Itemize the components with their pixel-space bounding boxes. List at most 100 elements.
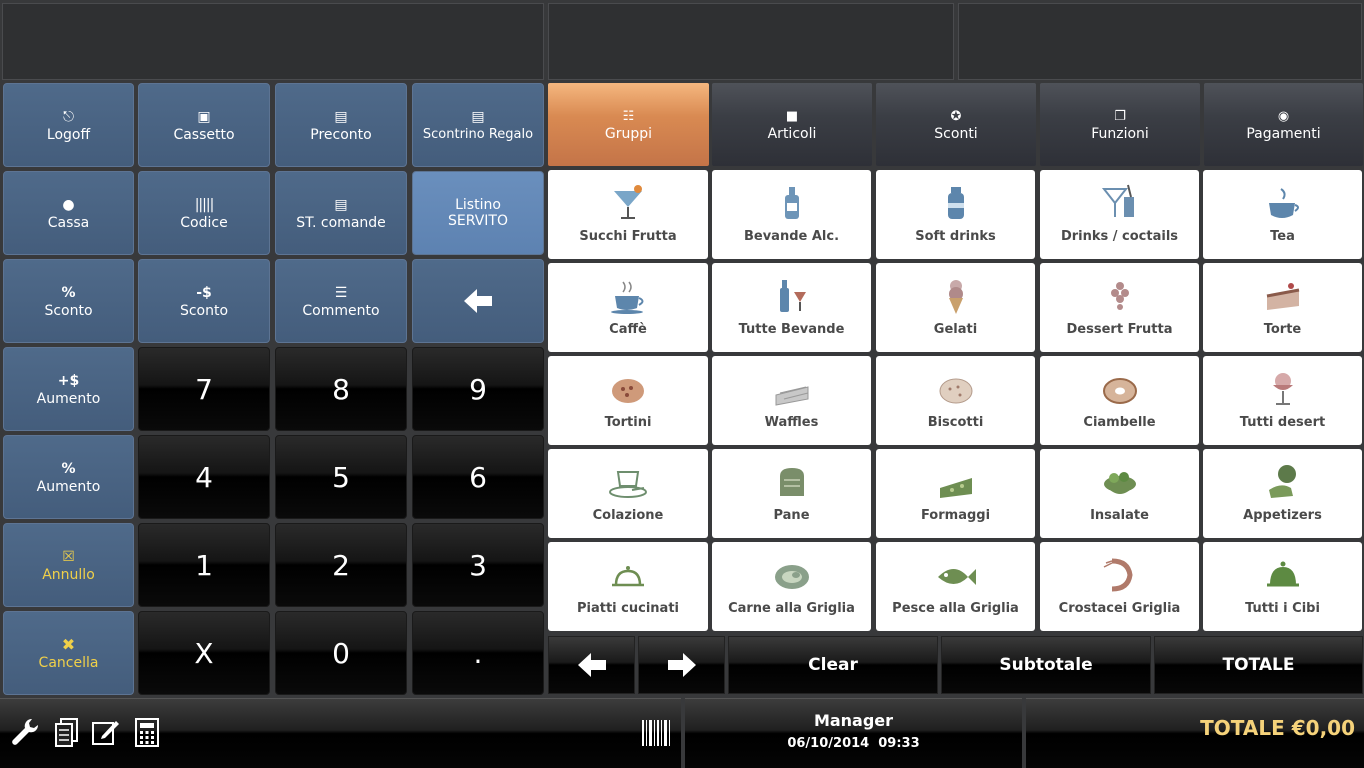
category-icon (937, 569, 976, 585)
category-ciambelle[interactable]: Ciambelle (1040, 356, 1199, 445)
arrow-right-icon (667, 653, 696, 677)
subtotale-button[interactable]: Subtotale (941, 636, 1151, 694)
category-torte[interactable]: Torte (1203, 263, 1362, 352)
key-x[interactable]: X (138, 611, 270, 695)
category-waffles[interactable]: Waffles (712, 356, 871, 445)
category-icon (1272, 373, 1293, 405)
display-panel-left (2, 3, 544, 80)
category-label: Dessert Frutta (1066, 322, 1173, 337)
void-icon: ☒ (62, 548, 75, 565)
key-2[interactable]: 2 (275, 523, 407, 607)
scontrino-regalo-button[interactable]: ▤ Scontrino Regalo (412, 83, 544, 167)
category-label: Soft drinks (915, 229, 996, 244)
category-icon (939, 378, 972, 404)
category-icon (779, 280, 806, 312)
tab-articoli[interactable]: ■ Articoli (712, 83, 872, 166)
category-icon (614, 185, 642, 219)
sconto-value-button[interactable]: -$ Sconto (138, 259, 270, 343)
category-gelati[interactable]: Gelati (876, 263, 1035, 352)
tab-sconti[interactable]: ✪ Sconti (876, 83, 1036, 166)
windows-icon: ❐ (1114, 108, 1126, 124)
category-icon (611, 281, 644, 314)
st-comande-button[interactable]: ▤ ST. comande (275, 171, 407, 255)
next-page-button[interactable] (638, 636, 725, 694)
key-9[interactable]: 9 (412, 347, 544, 431)
category-pesce-alla-griglia[interactable]: Pesce alla Griglia (876, 542, 1035, 631)
category-tutti-desert[interactable]: Tutti desert (1203, 356, 1362, 445)
key-3[interactable]: 3 (412, 523, 544, 607)
category-tutte-bevande[interactable]: Tutte Bevande (712, 263, 871, 352)
codice-button[interactable]: ||||| Codice (138, 171, 270, 255)
prev-page-button[interactable] (548, 636, 635, 694)
category-crostacei-griglia[interactable]: Crostacei Griglia (1040, 542, 1199, 631)
key-8[interactable]: 8 (275, 347, 407, 431)
tab-pagamenti[interactable]: ◉ Pagamenti (1204, 83, 1363, 166)
category-insalate[interactable]: Insalate (1040, 449, 1199, 538)
category-drinks-coctails[interactable]: Drinks / coctails (1040, 170, 1199, 259)
listino-servito-button[interactable]: Listino SERVITO (412, 171, 544, 255)
annullo-button[interactable]: ☒ Annullo (3, 523, 134, 607)
aumento-value-button[interactable]: +$ Aumento (3, 347, 134, 431)
category-pane[interactable]: Pane (712, 449, 871, 538)
user-name: Manager (813, 711, 894, 730)
category-icon (784, 187, 799, 219)
category-dessert-frutta[interactable]: Dessert Frutta (1040, 263, 1199, 352)
wrench-icon[interactable] (10, 716, 40, 748)
category-succhi-frutta[interactable]: Succhi Frutta (548, 170, 708, 259)
close-icon: ✖ (61, 634, 76, 654)
category-icon (1268, 465, 1296, 498)
cassetto-button[interactable]: ▣ Cassetto (138, 83, 270, 167)
category-colazione[interactable]: Colazione (548, 449, 708, 538)
category-label: Caffè (609, 322, 647, 337)
key-7[interactable]: 7 (138, 347, 270, 431)
drawer-icon: ▣ (197, 108, 211, 125)
commento-button[interactable]: ☰ Commento (275, 259, 407, 343)
cancella-button[interactable]: ✖ Cancella (3, 611, 134, 695)
calculator-icon[interactable] (132, 716, 162, 748)
key-1[interactable]: 1 (138, 523, 270, 607)
category-soft-drinks[interactable]: Soft drinks (876, 170, 1035, 259)
clear-button[interactable]: Clear (728, 636, 938, 694)
sconto-percent-button[interactable]: % Sconto (3, 259, 134, 343)
gift-receipt-icon: ▤ (471, 109, 485, 125)
edit-icon[interactable] (90, 716, 120, 748)
preconto-button[interactable]: ▤ Preconto (275, 83, 407, 167)
category-carne-alla-griglia[interactable]: Carne alla Griglia (712, 542, 871, 631)
category-biscotti[interactable]: Biscotti (876, 356, 1035, 445)
category-piatti-cucinati[interactable]: Piatti cucinati (548, 542, 708, 631)
category-icon (1103, 558, 1133, 592)
cassa-button[interactable]: ● Cassa (3, 171, 134, 255)
category-label: Ciambelle (1083, 415, 1156, 430)
category-tortini[interactable]: Tortini (548, 356, 708, 445)
category-caff[interactable]: Caffè (548, 263, 708, 352)
category-label: Succhi Frutta (579, 229, 677, 244)
display-panel-middle (548, 3, 954, 80)
key-dot[interactable]: . (412, 611, 544, 695)
key-0[interactable]: 0 (275, 611, 407, 695)
category-label: Waffles (764, 415, 819, 430)
aumento-percent-button[interactable]: % Aumento (3, 435, 134, 519)
category-icon (948, 280, 963, 314)
category-appetizers[interactable]: Appetizers (1203, 449, 1362, 538)
backspace-button[interactable] (412, 259, 544, 343)
logoff-button[interactable]: ⎋ Logoff (3, 83, 134, 167)
category-label: Biscotti (927, 415, 984, 430)
category-icon (1266, 283, 1299, 310)
category-label: Bevande Alc. (743, 229, 840, 244)
documents-icon[interactable] (52, 716, 82, 748)
totale-button[interactable]: TOTALE (1154, 636, 1363, 694)
category-label: Tutti i Cibi (1245, 601, 1320, 616)
category-tea[interactable]: Tea (1203, 170, 1362, 259)
category-bevande-alc[interactable]: Bevande Alc. (712, 170, 871, 259)
category-tutti-i-cibi[interactable]: Tutti i Cibi (1203, 542, 1362, 631)
barcode-icon[interactable] (642, 720, 670, 746)
article-icon: ■ (785, 108, 799, 124)
key-4[interactable]: 4 (138, 435, 270, 519)
tab-funzioni[interactable]: ❐ Funzioni (1040, 83, 1200, 166)
key-5[interactable]: 5 (275, 435, 407, 519)
key-6[interactable]: 6 (412, 435, 544, 519)
comment-icon: ☰ (334, 284, 348, 301)
pos-app: ⎋ Logoff ▣ Cassetto ▤ Preconto ▤ Scontri… (0, 0, 1364, 768)
category-formaggi[interactable]: Formaggi (876, 449, 1035, 538)
tab-gruppi[interactable]: ☷ Gruppi (548, 83, 709, 166)
